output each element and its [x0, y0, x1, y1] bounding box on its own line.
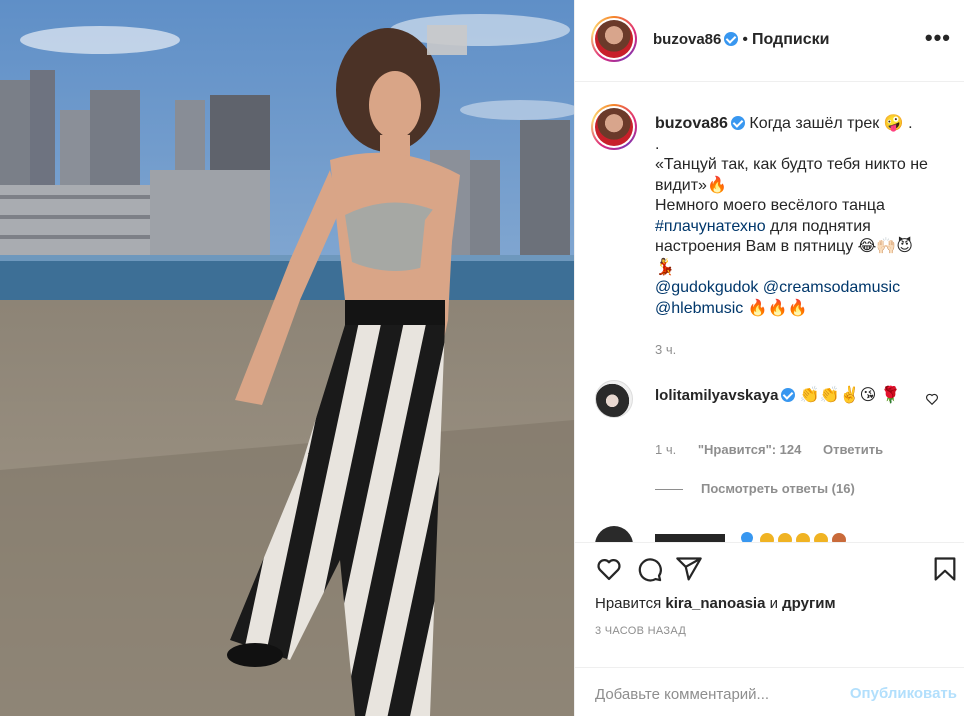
comment-button[interactable]: [633, 553, 665, 585]
comments-section: buzova86 Когда зашёл трек 🤪 . . «Танцуй …: [575, 82, 964, 542]
add-comment-bar: Добавьте комментарий... Опубликовать: [575, 667, 964, 716]
author-avatar[interactable]: [591, 16, 637, 62]
comment-body: 👏👏✌️😘 🌹: [799, 387, 901, 404]
caption-line-6: 💃: [655, 258, 675, 276]
heart-icon: [597, 559, 621, 581]
comment-input[interactable]: Добавьте комментарий...: [595, 686, 769, 703]
post-header: buzova86 • Подписки •••: [575, 0, 964, 82]
caption-username[interactable]: buzova86: [655, 115, 728, 132]
liked-by-user[interactable]: kira_nanoasia: [665, 595, 765, 612]
bookmark-icon: [934, 557, 956, 581]
publish-button[interactable]: Опубликовать: [850, 685, 957, 702]
post-media[interactable]: [0, 0, 574, 716]
next-comment-peek: [655, 532, 846, 542]
caption-line-3: «Танцуй так, как будто тебя никто не вид…: [655, 156, 928, 194]
liked-by-and: и: [765, 595, 783, 612]
save-button[interactable]: [929, 553, 961, 585]
author-username[interactable]: buzova86: [653, 31, 721, 48]
more-options-icon[interactable]: •••: [925, 27, 951, 49]
post-panel: buzova86 • Подписки ••• buzova86 Когда заш…: [574, 0, 964, 716]
mention-link-hlebmusic[interactable]: @hlebmusic: [655, 300, 743, 317]
commenter-username[interactable]: lolitamilyavskaya: [655, 387, 778, 404]
caption-time[interactable]: 3 ч.: [655, 342, 676, 357]
liked-by-prefix: Нравится: [595, 595, 666, 612]
comment-time[interactable]: 1 ч.: [655, 442, 676, 457]
comment-text: lolitamilyavskaya 👏👏✌️😘 🌹: [655, 385, 925, 407]
separator-dot: •: [742, 31, 748, 48]
mention-link-creamsodamusic[interactable]: @creamsodamusic: [763, 279, 900, 296]
actions-section: Нравится kira_nanoasia и другим 3 ЧАСОВ …: [575, 542, 964, 716]
comment-reply-button[interactable]: Ответить: [823, 442, 883, 457]
comment-likes-count[interactable]: "Нравится": 124: [698, 442, 802, 457]
hashtag-link[interactable]: #плачунатехно: [655, 218, 766, 235]
caption-line-2: .: [655, 135, 660, 153]
liked-by-others[interactable]: другим: [782, 595, 835, 612]
verified-icon: [724, 32, 739, 46]
like-button[interactable]: [593, 553, 625, 585]
share-icon: [676, 557, 702, 581]
post-timestamp[interactable]: 3 ЧАСОВ НАЗАД: [595, 625, 686, 637]
commenter-avatar[interactable]: [595, 380, 633, 418]
comment-meta: 1 ч. "Нравится": 124 Ответить: [655, 442, 901, 457]
caption-avatar[interactable]: [591, 104, 637, 150]
comment-like-icon[interactable]: [925, 392, 939, 406]
mention-link-gudokgudok[interactable]: @gudokgudok: [655, 279, 758, 296]
following-button[interactable]: Подписки: [752, 31, 829, 48]
next-comment-avatar[interactable]: [595, 526, 633, 542]
caption-line-4: Немного моего весёлого танца: [655, 197, 885, 214]
caption-line-1: Когда зашёл трек 🤪 .: [749, 115, 913, 132]
caption-text: buzova86 Когда зашёл трек 🤪 . . «Танцуй …: [655, 114, 955, 319]
caption-fire-emoji: 🔥🔥🔥: [743, 299, 808, 317]
verified-icon: [781, 388, 796, 402]
liked-by: Нравится kira_nanoasia и другим: [595, 595, 836, 612]
comment-icon: [638, 558, 662, 582]
view-replies-button[interactable]: Посмотреть ответы (16): [655, 481, 855, 496]
share-button[interactable]: [673, 553, 705, 585]
author-line: buzova86 • Подписки: [653, 31, 829, 49]
post-photo: [0, 0, 574, 716]
verified-icon: [730, 116, 745, 130]
